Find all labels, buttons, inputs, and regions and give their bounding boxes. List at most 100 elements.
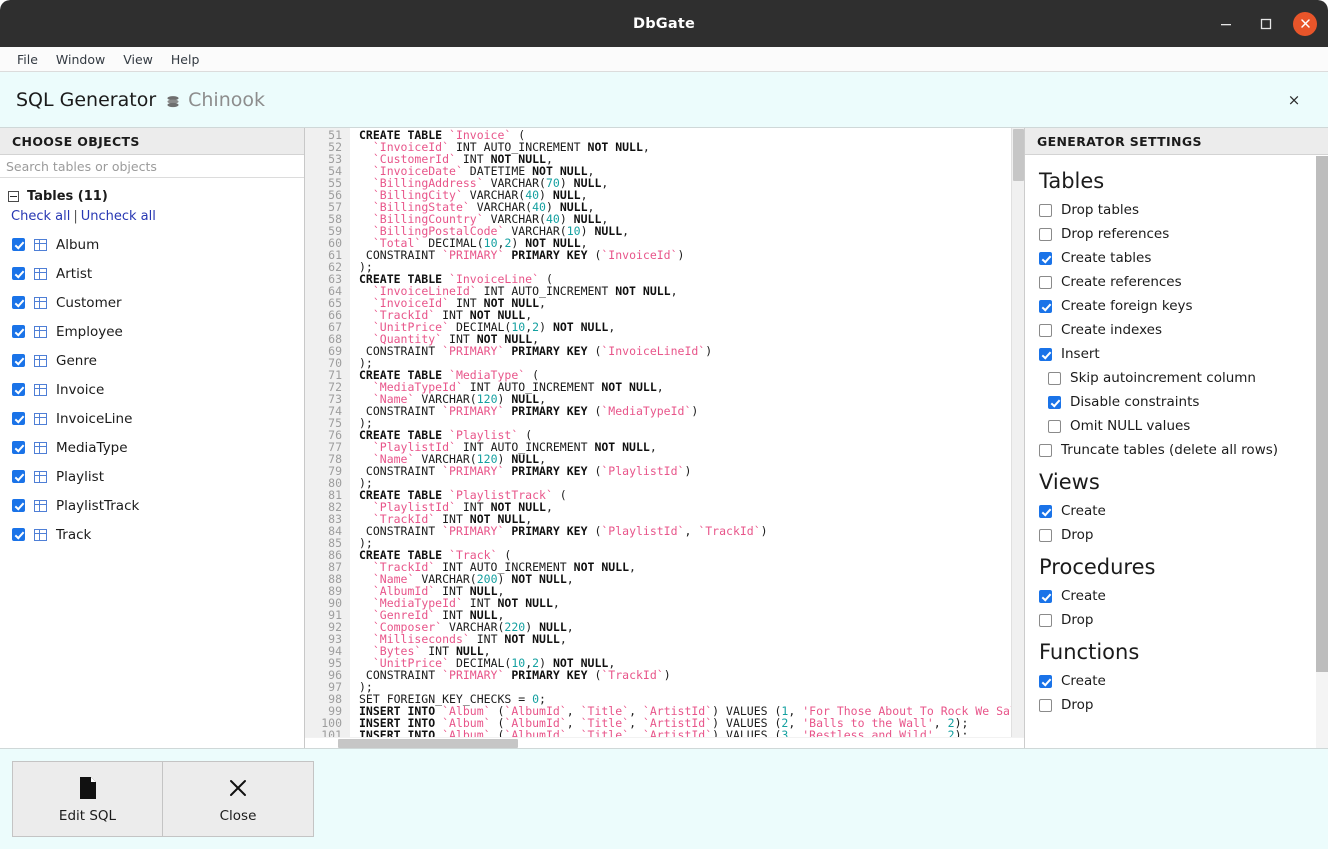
settings-checkbox[interactable] xyxy=(1048,395,1061,409)
settings-checkbox[interactable] xyxy=(1039,504,1052,518)
table-list-item[interactable]: Customer xyxy=(0,288,304,317)
code-token: , xyxy=(656,380,664,394)
table-checkbox[interactable] xyxy=(12,470,25,483)
code-vertical-scrollbar-thumb[interactable] xyxy=(1013,129,1024,181)
settings-checkbox[interactable] xyxy=(1039,347,1052,361)
uncheck-all-link[interactable]: Uncheck all xyxy=(81,209,156,224)
settings-option-row[interactable]: Skip autoincrement column xyxy=(1039,366,1312,390)
settings-checkbox[interactable] xyxy=(1039,275,1052,289)
settings-option-label: Drop references xyxy=(1061,226,1170,242)
menu-view[interactable]: View xyxy=(114,50,162,69)
settings-checkbox[interactable] xyxy=(1039,203,1052,217)
settings-checkbox[interactable] xyxy=(1039,299,1052,313)
settings-option-row[interactable]: Create references xyxy=(1039,270,1312,294)
table-checkbox[interactable] xyxy=(12,441,25,454)
table-checkbox[interactable] xyxy=(12,354,25,367)
table-checkbox[interactable] xyxy=(12,296,25,309)
search-input[interactable] xyxy=(0,155,304,177)
generator-settings-body: Tables Drop tables Drop references Create t… xyxy=(1025,155,1328,748)
table-list-item[interactable]: Employee xyxy=(0,317,304,346)
table-icon xyxy=(34,470,47,483)
table-list-item[interactable]: Track xyxy=(0,520,304,549)
settings-vertical-scrollbar-thumb[interactable] xyxy=(1316,156,1328,672)
code-token: `InvoiceId` xyxy=(601,248,678,262)
code-line: INSERT INTO `Album` (`AlbumId`, `Title`,… xyxy=(359,729,1024,737)
table-list-item[interactable]: MediaType xyxy=(0,433,304,462)
settings-option-row[interactable]: Drop xyxy=(1039,693,1312,717)
table-checkbox[interactable] xyxy=(12,267,25,280)
settings-option-row[interactable]: Drop xyxy=(1039,523,1312,547)
table-list-item[interactable]: Artist xyxy=(0,259,304,288)
settings-option-row[interactable]: Create xyxy=(1039,669,1312,693)
table-checkbox[interactable] xyxy=(12,412,25,425)
code-token: NOT NULL xyxy=(573,560,630,574)
settings-option-row[interactable]: Drop tables xyxy=(1039,198,1312,222)
settings-checkbox[interactable] xyxy=(1048,419,1061,433)
main-body: CHOOSE OBJECTS Tables (11) Check all|Unc… xyxy=(0,128,1328,748)
minimize-icon[interactable] xyxy=(1213,11,1239,37)
settings-option-label: Create foreign keys xyxy=(1061,298,1193,314)
code-token: ( xyxy=(587,464,602,478)
table-list: Album Artist Customer Employee Genre Invoice I… xyxy=(0,230,304,549)
code-horizontal-scrollbar-thumb[interactable] xyxy=(338,739,518,748)
settings-option-row[interactable]: Create tables xyxy=(1039,246,1312,270)
table-list-item[interactable]: Invoice xyxy=(0,375,304,404)
table-list-item[interactable]: InvoiceLine xyxy=(0,404,304,433)
settings-option-row[interactable]: Create foreign keys xyxy=(1039,294,1312,318)
settings-checkbox[interactable] xyxy=(1048,371,1061,385)
sql-code[interactable]: CREATE TABLE `Invoice` ( `InvoiceId` INT… xyxy=(350,128,1024,737)
table-checkbox[interactable] xyxy=(12,238,25,251)
settings-checkbox[interactable] xyxy=(1039,698,1052,712)
settings-checkbox[interactable] xyxy=(1039,528,1052,542)
code-token: NOT NULL xyxy=(601,380,657,394)
settings-option-label: Create xyxy=(1061,503,1106,519)
close-icon[interactable] xyxy=(1293,11,1317,36)
settings-checkbox[interactable] xyxy=(1039,251,1052,265)
menu-file[interactable]: File xyxy=(8,50,47,69)
tree-group-tables[interactable]: Tables (11) xyxy=(0,187,304,206)
settings-vertical-scrollbar[interactable] xyxy=(1316,156,1328,748)
menu-window[interactable]: Window xyxy=(47,50,114,69)
settings-option-row[interactable]: Create xyxy=(1039,584,1312,608)
settings-option-label: Create xyxy=(1061,673,1106,689)
table-list-item[interactable]: Genre xyxy=(0,346,304,375)
code-horizontal-scrollbar[interactable] xyxy=(305,737,1024,748)
settings-checkbox[interactable] xyxy=(1039,613,1052,627)
settings-option-row[interactable]: Insert xyxy=(1039,342,1312,366)
settings-section-heading: Procedures xyxy=(1039,555,1156,579)
menu-help[interactable]: Help xyxy=(162,50,209,69)
collapse-icon[interactable] xyxy=(8,191,19,202)
settings-option-label: Drop xyxy=(1061,612,1094,628)
table-checkbox[interactable] xyxy=(12,383,25,396)
settings-option-label: Create references xyxy=(1061,274,1182,290)
code-vertical-scrollbar[interactable] xyxy=(1011,128,1024,737)
settings-option-row[interactable]: Omit NULL values xyxy=(1039,414,1312,438)
code-line: CONSTRAINT `PRIMARY` PRIMARY KEY (`Playl… xyxy=(359,465,1024,477)
table-checkbox[interactable] xyxy=(12,325,25,338)
settings-checkbox[interactable] xyxy=(1039,443,1052,457)
table-label: MediaType xyxy=(56,439,128,456)
check-all-link[interactable]: Check all xyxy=(11,209,70,224)
settings-option-row[interactable]: Drop xyxy=(1039,608,1312,632)
settings-section-heading: Views xyxy=(1039,470,1100,494)
close-button[interactable]: Close xyxy=(163,761,314,837)
table-checkbox[interactable] xyxy=(12,499,25,512)
settings-checkbox[interactable] xyxy=(1039,227,1052,241)
settings-checkbox[interactable] xyxy=(1039,674,1052,688)
settings-checkbox[interactable] xyxy=(1039,589,1052,603)
table-checkbox[interactable] xyxy=(12,528,25,541)
table-list-item[interactable]: Playlist xyxy=(0,462,304,491)
table-list-item[interactable]: PlaylistTrack xyxy=(0,491,304,520)
table-list-item[interactable]: Album xyxy=(0,230,304,259)
settings-option-row[interactable]: Truncate tables (delete all rows) xyxy=(1039,438,1312,462)
settings-option-row[interactable]: Create xyxy=(1039,499,1312,523)
edit-sql-button[interactable]: Edit SQL xyxy=(12,761,163,837)
maximize-icon[interactable] xyxy=(1253,11,1279,37)
code-token: `PRIMARY` xyxy=(442,464,505,478)
settings-option-row[interactable]: Disable constraints xyxy=(1039,390,1312,414)
tab-close-icon[interactable]: × xyxy=(1284,90,1304,110)
settings-option-label: Create indexes xyxy=(1061,322,1163,338)
settings-checkbox[interactable] xyxy=(1039,323,1052,337)
settings-option-row[interactable]: Drop references xyxy=(1039,222,1312,246)
settings-option-row[interactable]: Create indexes xyxy=(1039,318,1312,342)
